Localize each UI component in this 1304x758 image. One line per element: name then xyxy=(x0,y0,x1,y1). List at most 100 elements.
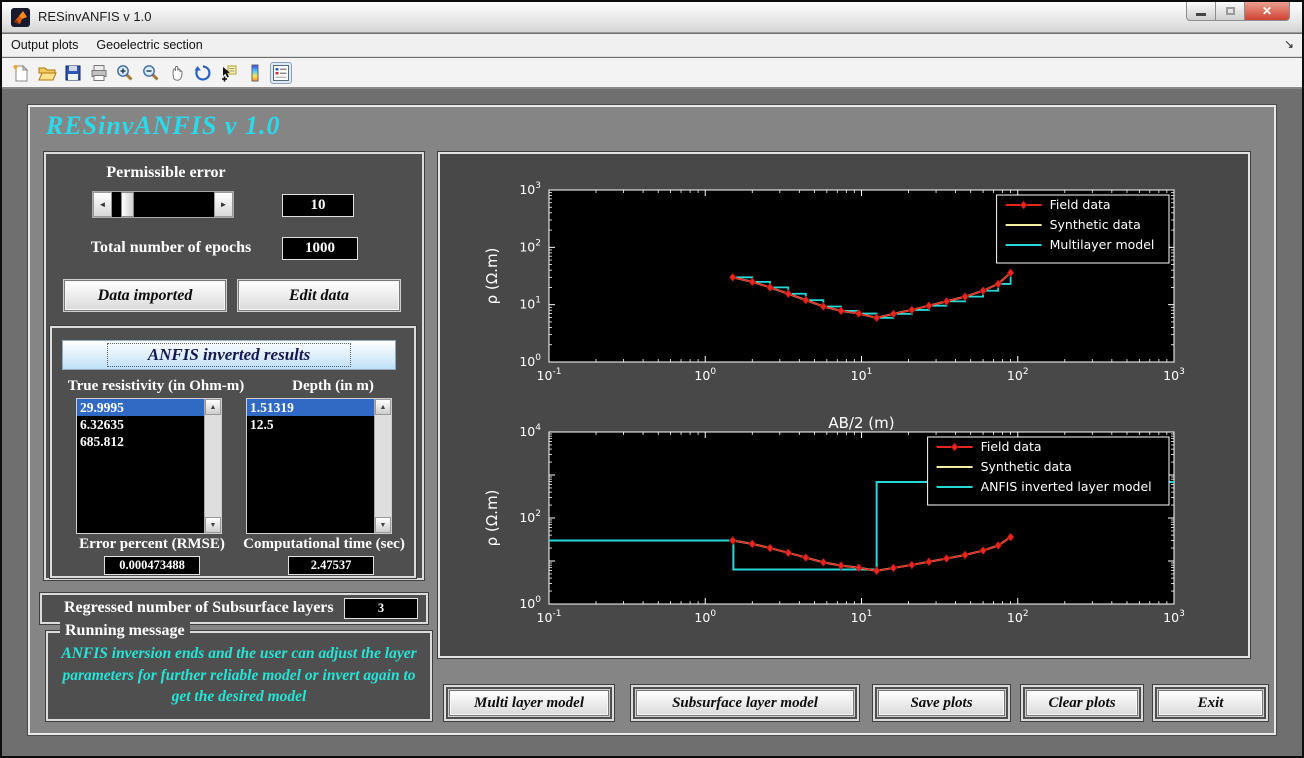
application-window: RESinvANFIS v 1.0 ✕ Output plotsGeoelect… xyxy=(0,0,1304,758)
anfis-results-header-label: ANFIS inverted results xyxy=(107,343,351,367)
list-item[interactable]: 6.32635 xyxy=(77,416,204,433)
svg-text:103: 103 xyxy=(1163,609,1185,625)
svg-text:104: 104 xyxy=(519,423,541,439)
svg-text:ρ (Ω.m): ρ (Ω.m) xyxy=(483,248,501,305)
svg-text:101: 101 xyxy=(851,609,873,625)
colorbar-icon[interactable] xyxy=(244,62,266,84)
scroll-down-icon[interactable]: ▼ xyxy=(205,517,221,533)
save-plots-button[interactable]: Save plots xyxy=(878,690,1005,716)
permissible-error-field[interactable]: 10 xyxy=(282,194,354,217)
slider-track[interactable] xyxy=(112,192,214,217)
footer-panel-clear-plots: Clear plots xyxy=(1021,685,1143,721)
menu-overflow-chevron-icon[interactable]: ↘ xyxy=(1284,37,1294,51)
resistivity-charts: 10-1100101102103100101102103AB/2 (m)ρ (Ω… xyxy=(440,154,1248,656)
window-controls: ✕ xyxy=(1186,2,1290,21)
scroll-up-icon[interactable]: ▲ xyxy=(375,399,391,415)
running-message-title: Running message xyxy=(60,622,190,640)
resistivity-listbox[interactable]: 29.99956.32635685.812 ▲ ▼ xyxy=(76,398,222,534)
minimize-button[interactable] xyxy=(1186,2,1216,21)
running-message-group: Running message ANFIS inversion ends and… xyxy=(46,631,432,721)
multi-layer-model-button[interactable]: Multi layer model xyxy=(449,690,609,716)
list-item[interactable]: 685.812 xyxy=(77,433,204,450)
scroll-down-icon[interactable]: ▼ xyxy=(375,517,391,533)
print-icon[interactable] xyxy=(88,62,110,84)
regressed-layers-field[interactable]: 3 xyxy=(344,598,418,619)
rotate-3d-icon[interactable] xyxy=(192,62,214,84)
edit-data-button[interactable]: Edit data xyxy=(238,280,400,311)
resistivity-label: True resistivity (in Ohm-m) xyxy=(56,378,256,395)
running-message-text: ANFIS inversion ends and the user can ad… xyxy=(48,643,430,708)
svg-text:101: 101 xyxy=(851,367,873,383)
app-heading: RESinvANFIS v 1.0 xyxy=(46,111,280,141)
regressed-layers-panel: Regressed number of Subsurface layers 3 xyxy=(40,593,428,624)
regressed-layers-label: Regressed number of Subsurface layers xyxy=(64,599,334,617)
zoom-in-icon[interactable] xyxy=(114,62,136,84)
depth-label: Depth (in m) xyxy=(258,378,408,395)
svg-text:10-1: 10-1 xyxy=(537,367,562,383)
svg-text:100: 100 xyxy=(694,367,716,383)
time-field: 2.47537 xyxy=(288,556,374,575)
svg-text:102: 102 xyxy=(519,238,541,254)
data-cursor-icon[interactable] xyxy=(218,62,240,84)
slider-left-arrow-icon[interactable]: ◄ xyxy=(93,192,112,217)
svg-text:102: 102 xyxy=(1007,609,1029,625)
menu-item-geoelectric-section[interactable]: Geoelectric section xyxy=(87,34,211,57)
new-file-icon[interactable] xyxy=(10,62,32,84)
permissible-error-label: Permissible error xyxy=(66,164,266,182)
exit-button[interactable]: Exit xyxy=(1158,690,1263,716)
open-folder-icon[interactable] xyxy=(36,62,58,84)
svg-text:Multilayer model: Multilayer model xyxy=(1050,237,1155,252)
insert-legend-icon[interactable] xyxy=(270,62,292,84)
footer-panel-exit: Exit xyxy=(1153,685,1268,721)
rmse-field: 0.000473488 xyxy=(104,556,200,575)
svg-text:Synthetic data: Synthetic data xyxy=(981,459,1072,474)
footer-panel-save-plots: Save plots xyxy=(873,685,1010,721)
anfis-results-header-button[interactable]: ANFIS inverted results xyxy=(62,340,396,370)
svg-text:103: 103 xyxy=(1163,367,1185,383)
title-bar: RESinvANFIS v 1.0 ✕ xyxy=(2,2,1302,33)
svg-text:100: 100 xyxy=(694,609,716,625)
svg-text:103: 103 xyxy=(519,181,541,197)
svg-text:100: 100 xyxy=(519,595,541,611)
slider-thumb[interactable] xyxy=(121,192,134,217)
pan-icon[interactable] xyxy=(166,62,188,84)
list-item[interactable]: 29.9995 xyxy=(77,399,204,416)
scroll-up-icon[interactable]: ▲ xyxy=(205,399,221,415)
close-button[interactable]: ✕ xyxy=(1244,2,1290,21)
plots-panel: 10-1100101102103100101102103AB/2 (m)ρ (Ω… xyxy=(438,152,1250,658)
depth-scrollbar[interactable]: ▲ ▼ xyxy=(374,399,391,533)
list-item[interactable]: 12.5 xyxy=(247,416,374,433)
svg-text:102: 102 xyxy=(1007,367,1029,383)
matlab-app-icon xyxy=(11,8,30,27)
menu-bar: Output plotsGeoelectric section ↘ xyxy=(2,34,1302,57)
svg-text:10-1: 10-1 xyxy=(537,609,562,625)
svg-text:AB/2 (m): AB/2 (m) xyxy=(828,414,894,432)
resistivity-scrollbar[interactable]: ▲ ▼ xyxy=(204,399,221,533)
depth-listbox[interactable]: 1.5131912.5 ▲ ▼ xyxy=(246,398,392,534)
menu-item-output-plots[interactable]: Output plots xyxy=(2,34,87,57)
maximize-button[interactable] xyxy=(1216,2,1244,21)
clear-plots-button[interactable]: Clear plots xyxy=(1026,690,1138,716)
zoom-out-icon[interactable] xyxy=(140,62,162,84)
figure-background: RESinvANFIS v 1.0 Permissible error ◄ ► … xyxy=(2,91,1302,756)
save-icon[interactable] xyxy=(62,62,84,84)
input-controls-panel: Permissible error ◄ ► 10 Total number of… xyxy=(44,152,424,580)
epochs-field[interactable]: 1000 xyxy=(282,237,358,260)
slider-right-arrow-icon[interactable]: ► xyxy=(214,192,233,217)
svg-text:100: 100 xyxy=(519,353,541,369)
epochs-label: Total number of epochs xyxy=(66,239,276,257)
svg-text:Field data: Field data xyxy=(981,439,1042,454)
time-label: Computational time (sec) xyxy=(234,536,414,553)
permissible-error-slider[interactable]: ◄ ► xyxy=(92,191,234,218)
data-imported-button[interactable]: Data imported xyxy=(64,280,226,311)
svg-text:101: 101 xyxy=(519,296,541,312)
subsurface-layer-model-button[interactable]: Subsurface layer model xyxy=(636,690,854,716)
anfis-results-panel: ANFIS inverted results True resistivity … xyxy=(50,326,416,578)
svg-text:Field data: Field data xyxy=(1050,197,1111,212)
list-item[interactable]: 1.51319 xyxy=(247,399,374,416)
rmse-label: Error percent (RMSE) xyxy=(52,536,252,553)
svg-text:102: 102 xyxy=(519,509,541,525)
window-title: RESinvANFIS v 1.0 xyxy=(38,9,151,24)
footer-panel-multi-layer-model: Multi layer model xyxy=(444,685,614,721)
svg-text:Synthetic data: Synthetic data xyxy=(1050,217,1141,232)
